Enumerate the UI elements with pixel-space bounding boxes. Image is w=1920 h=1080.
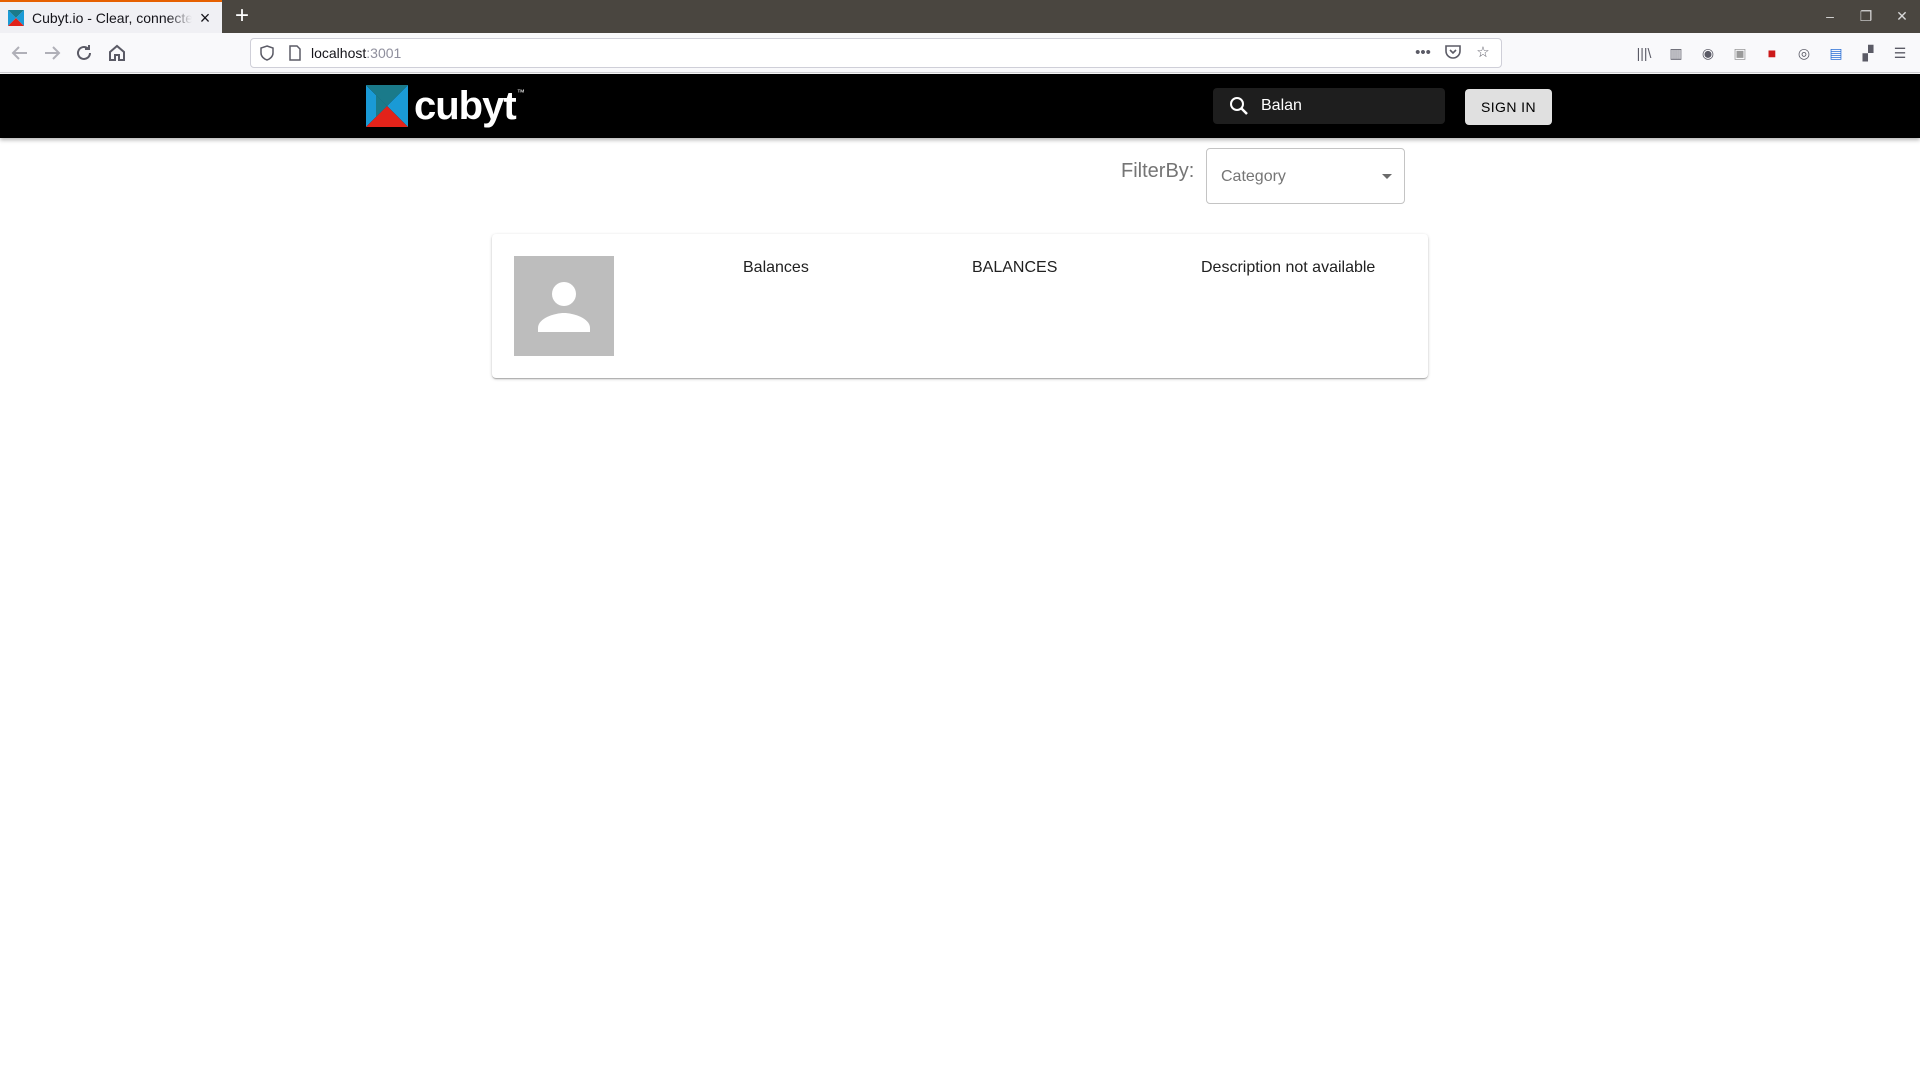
chevron-down-icon: [1382, 174, 1392, 179]
browser-tab-strip: Cubyt.io - Clear, connected × + – ❐ ✕: [0, 0, 1920, 33]
person-icon: [538, 282, 590, 332]
account-icon[interactable]: ◉: [1696, 41, 1720, 65]
cubyt-logo[interactable]: cubyt ™: [366, 82, 525, 130]
menu-icon[interactable]: ☰: [1888, 41, 1912, 65]
trademark: ™: [516, 87, 525, 97]
browser-toolbar: localhost:3001 ••• ☆ |||\ ▥ ◉ ▣ ■ ◎ ▤ ▞ …: [0, 33, 1920, 73]
filter-label: FilterBy:: [1121, 160, 1195, 182]
search-box[interactable]: [1213, 88, 1445, 124]
result-name: Balances: [743, 259, 809, 276]
category-select[interactable]: Category: [1206, 148, 1405, 204]
cubyt-logo-icon: [366, 85, 408, 127]
reload-icon[interactable]: [72, 41, 96, 65]
url-text[interactable]: localhost:3001: [311, 45, 401, 61]
tab-title: Cubyt.io - Clear, connected: [32, 9, 192, 26]
browser-tab[interactable]: Cubyt.io - Clear, connected ×: [0, 0, 222, 33]
shield-icon[interactable]: [259, 45, 275, 61]
search-icon: [1230, 97, 1248, 115]
extension-icon[interactable]: ■: [1760, 41, 1784, 65]
window-controls: – ❐ ✕: [1812, 0, 1920, 33]
close-window-icon[interactable]: ✕: [1884, 0, 1920, 33]
result-card[interactable]: Balances BALANCES Description not availa…: [492, 234, 1428, 378]
close-tab-icon[interactable]: ×: [196, 9, 214, 27]
page-icon[interactable]: [287, 45, 303, 61]
restore-icon[interactable]: ❐: [1848, 0, 1884, 33]
extensions-icon[interactable]: ▞: [1856, 41, 1880, 65]
minimize-icon[interactable]: –: [1812, 0, 1848, 33]
forward-icon[interactable]: [40, 41, 64, 65]
extension-icon[interactable]: ▣: [1728, 41, 1752, 65]
result-description: Description not available: [1201, 259, 1376, 276]
new-tab-icon[interactable]: +: [230, 4, 254, 29]
result-code: BALANCES: [972, 259, 1058, 276]
bookmark-star-icon[interactable]: ☆: [1473, 43, 1493, 63]
app-header: cubyt ™ SIGN IN: [0, 74, 1920, 138]
back-icon[interactable]: [8, 41, 32, 65]
avatar: [514, 256, 614, 356]
more-icon[interactable]: •••: [1413, 43, 1433, 63]
cubyt-favicon-icon: [8, 9, 24, 26]
category-select-value: Category: [1221, 168, 1286, 185]
translate-icon[interactable]: ▤: [1824, 41, 1848, 65]
library-icon[interactable]: |||\: [1632, 41, 1656, 65]
globe-icon[interactable]: ◎: [1792, 41, 1816, 65]
home-icon[interactable]: [105, 41, 129, 65]
address-bar[interactable]: localhost:3001 ••• ☆: [250, 38, 1502, 68]
pocket-icon[interactable]: [1443, 43, 1463, 63]
sidebar-icon[interactable]: ▥: [1664, 41, 1688, 65]
search-input[interactable]: [1261, 88, 1437, 124]
logo-text: cubyt: [414, 84, 517, 128]
sign-in-button[interactable]: SIGN IN: [1465, 89, 1552, 125]
